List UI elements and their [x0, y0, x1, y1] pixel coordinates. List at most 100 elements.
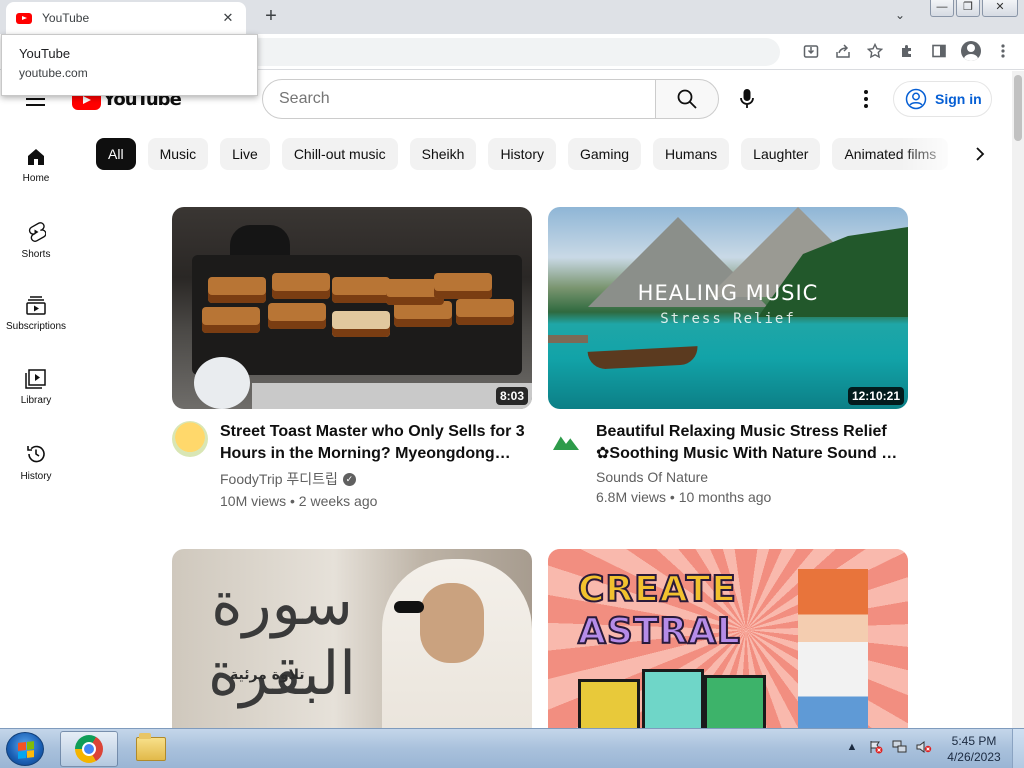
history-icon: [27, 445, 45, 463]
guide-item-label: History: [20, 471, 52, 482]
video-duration: 12:10:21: [847, 387, 904, 405]
bookmark-star-icon[interactable]: [864, 40, 886, 62]
account-circle-icon: [905, 88, 927, 110]
video-duration: 8:03: [495, 387, 528, 405]
extensions-icon[interactable]: [896, 40, 918, 62]
chip-sheikh[interactable]: Sheikh: [409, 138, 477, 170]
video-stats: 10M views • 2 weeks ago: [220, 493, 378, 509]
scrollbar-thumb[interactable]: [1014, 75, 1022, 141]
profile-icon[interactable]: [960, 40, 982, 62]
guide-item-label: Library: [20, 395, 52, 406]
sign-in-label: Sign in: [935, 91, 982, 107]
show-desktop-button[interactable]: [1012, 729, 1024, 768]
channel-name[interactable]: FoodyTrip 푸디트립: [220, 469, 338, 489]
guide-item-label: Home: [22, 173, 50, 184]
channel-avatar[interactable]: [172, 421, 208, 457]
show-hidden-icons-icon[interactable]: ▲: [844, 739, 860, 755]
video-card[interactable]: سورة البقرة تلاوة مرئية: [172, 549, 532, 728]
chip-all[interactable]: All: [96, 138, 136, 170]
video-title[interactable]: Street Toast Master who Only Sells for 3…: [220, 421, 532, 465]
search-button[interactable]: [655, 79, 719, 119]
chip-live[interactable]: Live: [220, 138, 270, 170]
video-title[interactable]: Beautiful Relaxing Music Stress Relief ✿…: [596, 421, 908, 465]
chip-music[interactable]: Music: [147, 138, 209, 170]
close-window-button[interactable]: ✕: [982, 0, 1018, 17]
guide-item-label: Subscriptions: [5, 321, 67, 332]
windows-logo-icon: [18, 741, 34, 759]
microphone-icon: [740, 89, 754, 108]
shorts-icon: [28, 222, 46, 242]
hovercard-title: YouTube: [19, 46, 71, 61]
tab-search-chevron-icon[interactable]: ⌄: [895, 8, 905, 22]
filter-chips: All Music Live Chill-out music Sheikh Hi…: [96, 138, 964, 170]
window-controls: — ❐ ✕: [928, 0, 1018, 17]
guide-item-shorts[interactable]: Shorts: [0, 201, 72, 275]
library-icon: [25, 369, 46, 389]
microphone-icon: [394, 601, 424, 613]
channel-avatar[interactable]: [548, 421, 584, 457]
search-icon: [677, 89, 697, 109]
chip-history[interactable]: History: [488, 138, 556, 170]
voice-search-button[interactable]: [727, 79, 767, 119]
share-icon[interactable]: [832, 40, 854, 62]
network-icon[interactable]: [892, 739, 908, 755]
chip-humans[interactable]: Humans: [653, 138, 730, 170]
chip-gaming[interactable]: Gaming: [568, 138, 642, 170]
restore-button[interactable]: ❐: [956, 0, 980, 17]
settings-more-icon[interactable]: [854, 87, 878, 111]
chip-laughter[interactable]: Laughter: [741, 138, 821, 170]
video-card[interactable]: CREATE ASTRAL: [548, 549, 908, 728]
toolbar-icons: [800, 40, 1014, 62]
tab-title: YouTube: [42, 11, 90, 25]
youtube-page: YouTube Sign in Home Shorts Subscription…: [0, 71, 1024, 728]
folder-icon: [136, 733, 166, 761]
video-thumbnail[interactable]: CREATE ASTRAL: [548, 549, 908, 728]
windows-taskbar: ▲ 5:45 PM 4/26/2023: [0, 728, 1024, 768]
video-card[interactable]: 8:03 Street Toast Master who Only Sells …: [172, 207, 532, 509]
verified-check-icon: ✓: [342, 472, 356, 486]
guide-item-subscriptions[interactable]: Subscriptions: [0, 275, 72, 349]
video-card[interactable]: HEALING MUSIC Stress Relief 12:10:21 Bea…: [548, 207, 908, 505]
install-icon[interactable]: [800, 40, 822, 62]
chips-fade: [900, 138, 964, 170]
guide-item-home[interactable]: Home: [0, 127, 72, 201]
volume-muted-icon[interactable]: [916, 739, 932, 755]
action-center-icon[interactable]: [868, 739, 884, 755]
search-input[interactable]: [262, 79, 656, 119]
tab-close-icon[interactable]: ✕: [220, 10, 236, 26]
guide-item-label: Shorts: [21, 249, 51, 260]
chip-chill-out-music[interactable]: Chill-out music: [281, 138, 398, 170]
thumbnail-calligraphy: سورة البقرة: [208, 569, 356, 709]
guide-item-history[interactable]: History: [0, 423, 72, 497]
clock-date: 4/26/2023: [947, 750, 1001, 764]
taskbar-chrome-button[interactable]: [60, 731, 118, 767]
sign-in-button[interactable]: Sign in: [893, 81, 992, 117]
tab-strip: YouTube ✕ + ⌄ — ❐ ✕: [0, 0, 1024, 34]
channel-name[interactable]: Sounds Of Nature: [596, 469, 708, 485]
minimize-button[interactable]: —: [930, 0, 954, 17]
system-tray: ▲: [844, 739, 932, 755]
taskbar-clock[interactable]: 5:45 PM 4/26/2023: [936, 733, 1012, 765]
video-thumbnail[interactable]: 8:03: [172, 207, 532, 409]
thumbnail-title-create: CREATE: [577, 568, 737, 611]
chevron-right-icon: [976, 147, 985, 161]
video-stats: 6.8M views • 10 months ago: [596, 489, 772, 505]
chips-next-button[interactable]: [964, 138, 996, 170]
side-panel-icon[interactable]: [928, 40, 950, 62]
address-bar[interactable]: [200, 38, 780, 66]
start-button[interactable]: [6, 732, 44, 766]
new-tab-button[interactable]: +: [260, 6, 282, 28]
tab-hovercard: YouTube youtube.com: [1, 34, 258, 96]
guide-item-library[interactable]: Library: [0, 349, 72, 423]
taskbar-explorer-button[interactable]: [122, 731, 180, 767]
page-scrollbar[interactable]: [1012, 71, 1024, 728]
thumbnail-text-healing-music: HEALING MUSIC: [637, 281, 819, 305]
chrome-icon: [75, 735, 103, 763]
youtube-favicon-icon: [16, 12, 32, 24]
thumbnail-title-astral: ASTRAL: [577, 610, 741, 653]
video-thumbnail[interactable]: سورة البقرة تلاوة مرئية: [172, 549, 532, 728]
tab-youtube[interactable]: YouTube ✕: [6, 2, 246, 34]
clock-time: 5:45 PM: [951, 734, 997, 748]
video-thumbnail[interactable]: HEALING MUSIC Stress Relief 12:10:21: [548, 207, 908, 409]
chrome-menu-icon[interactable]: [992, 40, 1014, 62]
